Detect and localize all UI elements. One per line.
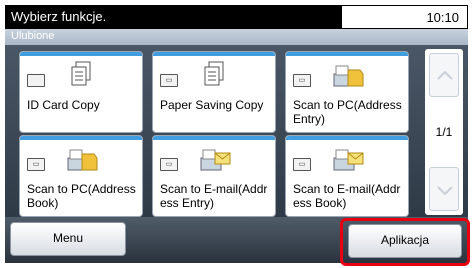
- tile-stripe: [20, 136, 142, 140]
- scan-to-email-icon: [333, 149, 364, 171]
- scroll-up-button[interactable]: [429, 53, 459, 97]
- tile-label: ID Card Copy: [27, 98, 100, 112]
- chevron-down-icon: [437, 186, 453, 196]
- tile-stripe: [20, 52, 142, 56]
- header-bar: Wybierz funkcje. 10:10: [5, 5, 468, 29]
- tile-stripe: [153, 136, 275, 140]
- scroll-down-button[interactable]: [429, 167, 459, 211]
- tile-label: Scan to PC(Address Entry): [293, 98, 402, 126]
- scan-to-folder-icon: [333, 65, 364, 87]
- mode-icon: ▭: [293, 74, 311, 87]
- tile-id-card-copy[interactable]: ID Card Copy: [19, 51, 143, 133]
- tile-scan-to-pc-address-book[interactable]: ▭ Scan to PC(Address Book): [19, 135, 143, 217]
- tile-label: Scan to PC(Address Book): [27, 182, 136, 210]
- tile-stripe: [286, 136, 408, 140]
- tile-stripe: [153, 52, 275, 56]
- mode-icon: ▭: [293, 158, 311, 171]
- tile-scan-to-pc-address-entry[interactable]: ▭ Scan to PC(Address Entry): [285, 51, 409, 133]
- mode-icon: [27, 74, 45, 87]
- scan-to-folder-icon: [67, 149, 98, 171]
- tile-label: Paper Saving Copy: [160, 98, 264, 112]
- page-scroller: 1/1: [425, 49, 463, 215]
- clock-time: 10:10: [426, 10, 459, 25]
- tile-stripe: [286, 52, 408, 56]
- tile-scan-to-email-address-entry[interactable]: ▭ Scan to E-mail(Address Entry): [152, 135, 276, 217]
- mode-icon: ▭: [27, 158, 45, 171]
- tile-label: Scan to E-mail(Address Entry): [160, 182, 268, 210]
- favorites-bar: Ulubione: [5, 29, 468, 45]
- menu-button-label: Menu: [52, 231, 84, 245]
- menu-button[interactable]: Menu: [10, 222, 126, 256]
- page-indicator: 1/1: [435, 125, 453, 139]
- highlight-frame: [340, 218, 470, 266]
- document-stack-icon: [71, 61, 91, 86]
- tile-scan-to-email-address-book[interactable]: ▭ Scan to E-mail(Address Book): [285, 135, 409, 217]
- tile-paper-saving-copy[interactable]: ▭ Paper Saving Copy: [152, 51, 276, 133]
- chevron-up-icon: [437, 70, 453, 80]
- screen-title: Wybierz funkcje.: [11, 9, 107, 24]
- mode-icon: ▭: [160, 74, 178, 87]
- document-stack-icon: [204, 61, 224, 86]
- clock-panel: 10:10: [341, 5, 468, 29]
- mode-icon: ▭: [160, 158, 178, 171]
- tile-label: Scan to E-mail(Address Book): [293, 182, 401, 210]
- scan-to-email-icon: [200, 149, 231, 171]
- favorites-label: Ulubione: [11, 30, 55, 42]
